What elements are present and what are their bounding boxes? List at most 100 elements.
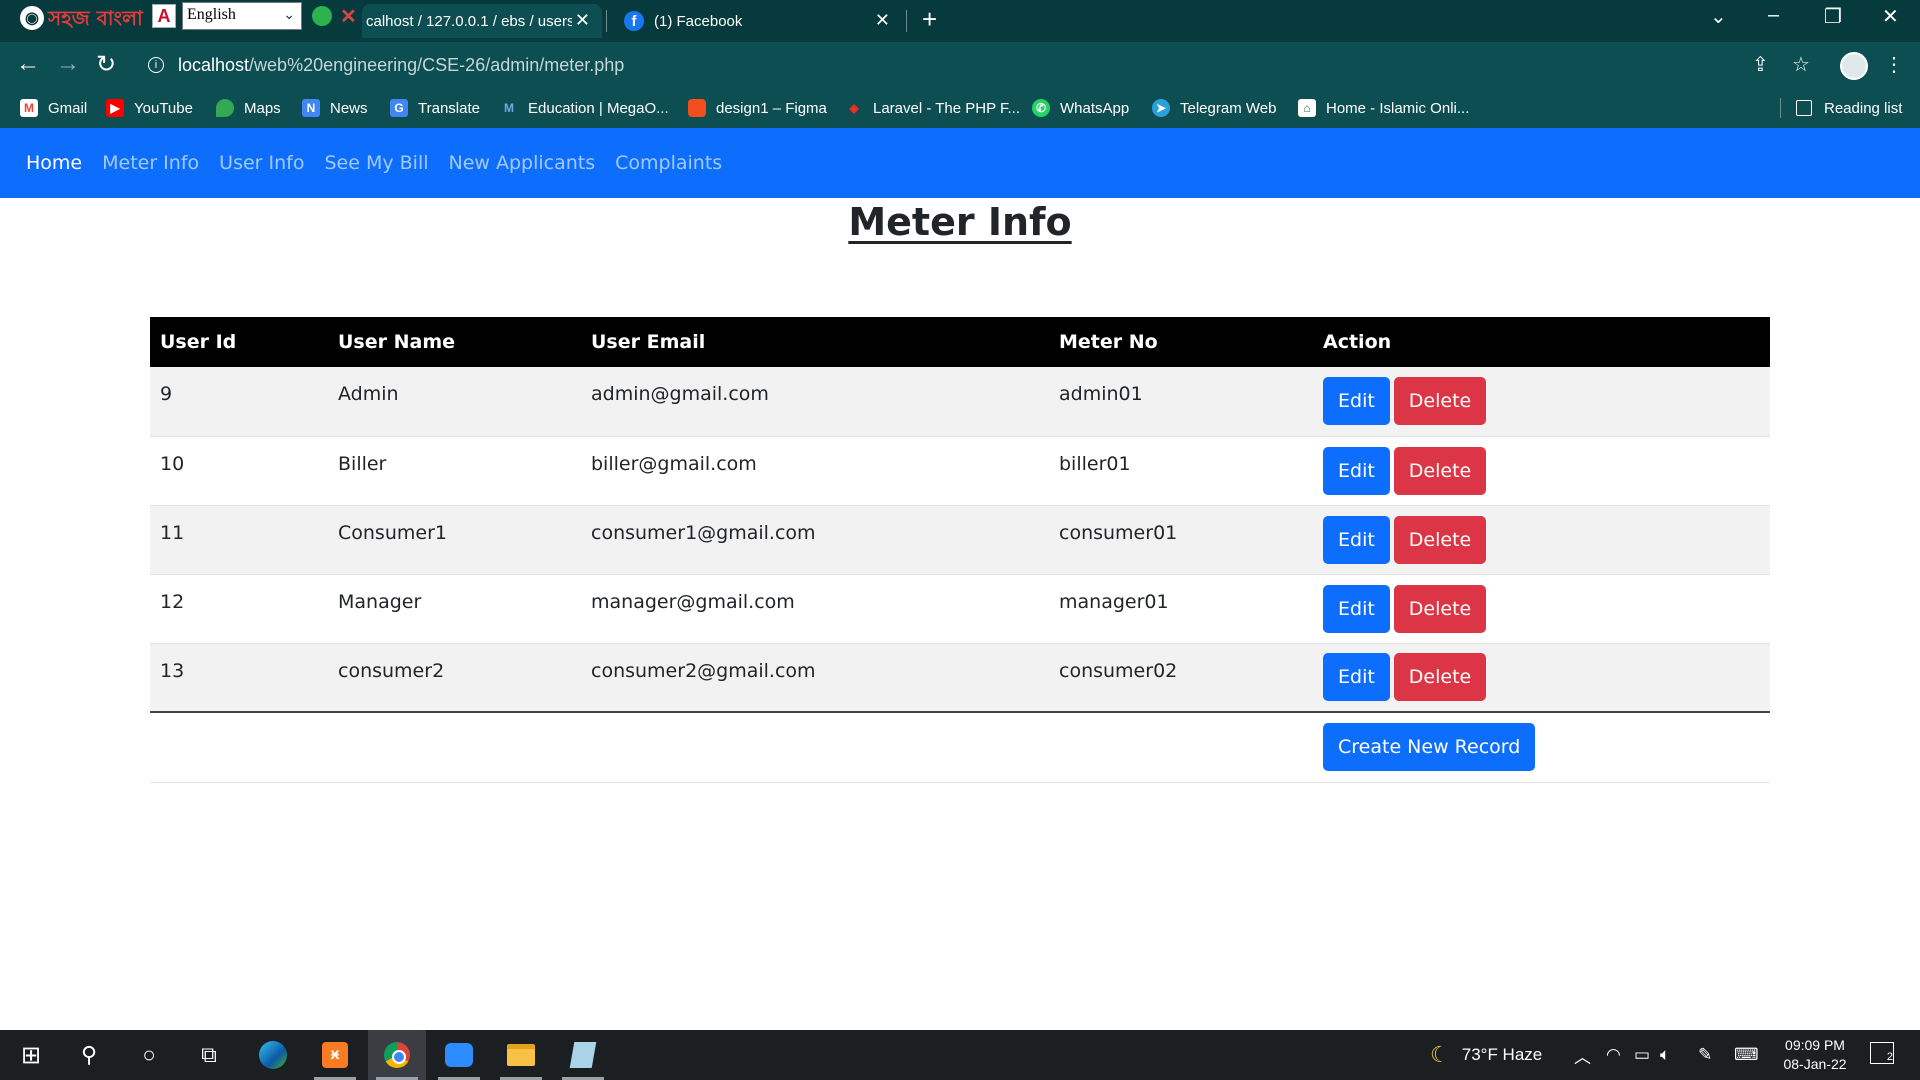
- back-button[interactable]: ←: [16, 50, 40, 78]
- notification-center-icon[interactable]: 2: [1870, 1042, 1894, 1064]
- reading-list-button[interactable]: Reading list: [1796, 88, 1902, 128]
- column-header-action: Action: [1313, 317, 1770, 367]
- bookmark-islamic-online[interactable]: ⌂ Home - Islamic Onli...: [1298, 88, 1469, 128]
- cell-user-id: 10: [150, 436, 328, 506]
- close-tab-icon[interactable]: ✕: [875, 10, 890, 31]
- bookmark-figma[interactable]: design1 – Figma: [688, 88, 827, 128]
- address-bar[interactable]: i localhost/web%20engineering/CSE-26/adm…: [132, 47, 1772, 83]
- close-tab-icon[interactable]: ✕: [575, 10, 590, 31]
- tab-facebook[interactable]: f (1) Facebook ✕: [610, 4, 902, 38]
- cell-user-email: admin@gmail.com: [581, 367, 1049, 437]
- bookmark-star-icon[interactable]: ☆: [1792, 52, 1810, 77]
- clock[interactable]: 09:09 PM 08-Jan-22: [1770, 1036, 1860, 1074]
- xampp-icon: ӿ: [322, 1042, 348, 1068]
- profile-avatar[interactable]: [1840, 52, 1868, 80]
- battery-icon[interactable]: ▭: [1634, 1030, 1650, 1080]
- nav-meter-info[interactable]: Meter Info: [102, 152, 199, 174]
- acrobat-icon[interactable]: A: [152, 4, 176, 28]
- create-new-record-button[interactable]: Create New Record: [1323, 723, 1536, 772]
- task-view-button[interactable]: ⧉: [180, 1030, 238, 1080]
- start-button[interactable]: ⊞: [2, 1030, 60, 1080]
- figma-icon: [688, 99, 706, 117]
- share-icon[interactable]: ⇪: [1752, 52, 1769, 77]
- laravel-icon: ◈: [849, 101, 859, 115]
- bookmark-megaowl[interactable]: M Education | MegaO...: [500, 88, 669, 128]
- delete-button[interactable]: Delete: [1393, 653, 1487, 702]
- red-extension-icon[interactable]: ✕: [340, 4, 357, 29]
- download-extension-icon[interactable]: [312, 6, 332, 26]
- edit-button[interactable]: Edit: [1323, 584, 1390, 633]
- bangla-extension[interactable]: সহজ বাংলা: [48, 4, 143, 37]
- extension-globe-icon[interactable]: ◉: [20, 6, 44, 30]
- table-row: 13 consumer2 consumer2@gmail.com consume…: [150, 643, 1770, 713]
- close-window-button[interactable]: ✕: [1882, 4, 1899, 29]
- cortana-button[interactable]: ○: [120, 1030, 178, 1080]
- bookmark-whatsapp[interactable]: ✆ WhatsApp: [1032, 88, 1129, 128]
- cell-meter-no: manager01: [1049, 574, 1313, 644]
- menu-kebab-icon[interactable]: ⋮: [1884, 52, 1904, 77]
- page-title: Meter Info: [848, 200, 1072, 244]
- bookmark-telegram[interactable]: ➤ Telegram Web: [1152, 88, 1276, 128]
- language-select[interactable]: English ⌄: [182, 2, 302, 30]
- footer-cell: [150, 712, 328, 783]
- weather-text: 73°F Haze: [1461, 1045, 1543, 1064]
- search-icon: ⚲: [80, 1042, 98, 1067]
- search-button[interactable]: ⚲: [60, 1030, 118, 1080]
- show-hidden-icons-button[interactable]: ︿: [1574, 1030, 1591, 1080]
- tab-phpmyadmin[interactable]: calhost / 127.0.0.1 / ebs / users ✕: [362, 4, 602, 38]
- cell-meter-no: consumer02: [1049, 643, 1313, 713]
- cell-user-id: 13: [150, 643, 328, 713]
- site-info-icon[interactable]: i: [148, 57, 164, 73]
- delete-button[interactable]: Delete: [1393, 584, 1487, 633]
- delete-button[interactable]: Delete: [1393, 515, 1487, 564]
- bookmark-gmail[interactable]: M Gmail: [20, 88, 87, 128]
- volume-icon[interactable]: 🔈︎: [1660, 1030, 1670, 1080]
- nav-user-info[interactable]: User Info: [219, 152, 304, 174]
- footer-cell: [328, 712, 581, 783]
- pen-icon[interactable]: ✎: [1698, 1030, 1712, 1080]
- cell-meter-no: consumer01: [1049, 505, 1313, 575]
- bookmark-laravel[interactable]: ◈ Laravel - The PHP F...: [845, 88, 1020, 128]
- edit-button[interactable]: Edit: [1323, 377, 1390, 426]
- minimize-button[interactable]: –: [1768, 4, 1779, 27]
- edit-button[interactable]: Edit: [1323, 653, 1390, 702]
- bookmark-maps[interactable]: Maps: [216, 88, 281, 128]
- news-icon: N: [302, 99, 320, 117]
- edit-button[interactable]: Edit: [1323, 446, 1390, 495]
- folder-icon: [507, 1044, 535, 1066]
- reload-button[interactable]: ↻: [96, 50, 116, 79]
- tab-title: calhost / 127.0.0.1 / ebs / users: [366, 12, 572, 30]
- tab-separator: [906, 10, 907, 32]
- taskbar-zoom[interactable]: [430, 1030, 488, 1080]
- taskbar-chrome[interactable]: [368, 1030, 426, 1080]
- edit-button[interactable]: Edit: [1323, 515, 1390, 564]
- network-icon[interactable]: ◠: [1606, 1030, 1621, 1080]
- delete-button[interactable]: Delete: [1393, 446, 1487, 495]
- tab-search-icon[interactable]: ⌄: [1710, 4, 1727, 29]
- new-tab-button[interactable]: +: [922, 4, 937, 35]
- cell-user-name: Biller: [328, 436, 581, 506]
- taskbar-file-explorer[interactable]: [492, 1030, 550, 1080]
- weather-widget[interactable]: ☾ 73°F Haze: [1430, 1030, 1542, 1080]
- browser-toolbar: ← → ↻ i localhost/web%20engineering/CSE-…: [0, 42, 1920, 88]
- clock-time: 09:09 PM: [1785, 1037, 1845, 1053]
- taskbar-xampp[interactable]: ӿ: [306, 1030, 364, 1080]
- nav-home[interactable]: Home: [26, 152, 82, 174]
- bookmark-news[interactable]: N News: [302, 88, 368, 128]
- column-header-user-name: User Name: [328, 317, 581, 367]
- nav-see-my-bill[interactable]: See My Bill: [324, 152, 428, 174]
- delete-button[interactable]: Delete: [1393, 377, 1487, 426]
- taskbar-edge[interactable]: [244, 1030, 302, 1080]
- nav-new-applicants[interactable]: New Applicants: [449, 152, 596, 174]
- cell-user-id: 11: [150, 505, 328, 575]
- table-row: 11 Consumer1 consumer1@gmail.com consume…: [150, 505, 1770, 575]
- youtube-icon: ▶: [106, 99, 124, 117]
- bookmark-translate[interactable]: G Translate: [390, 88, 480, 128]
- nav-complaints[interactable]: Complaints: [615, 152, 722, 174]
- taskbar-notepad[interactable]: [554, 1030, 612, 1080]
- bookmark-youtube[interactable]: ▶ YouTube: [106, 88, 193, 128]
- bookmark-label: Gmail: [48, 99, 88, 117]
- forward-button[interactable]: →: [56, 50, 80, 78]
- keyboard-icon[interactable]: ⌨: [1734, 1030, 1759, 1080]
- restore-button[interactable]: ❐: [1824, 4, 1842, 29]
